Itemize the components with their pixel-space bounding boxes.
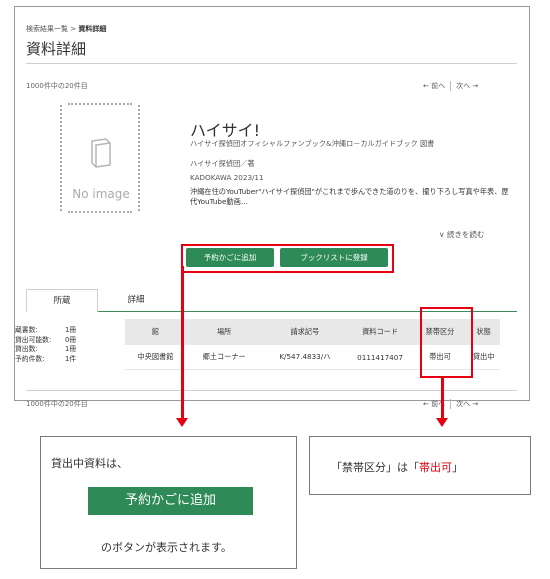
arrow-down-icon <box>176 418 188 427</box>
book-cover-placeholder: No image <box>60 103 142 213</box>
detail-panel: 検索結果一覧 > 資料詳細 資料詳細 1000件中の20件目 ← 前へ 次へ → … <box>14 6 530 409</box>
pager-top: ← 前へ 次へ → <box>423 81 478 91</box>
callout-right-highlight: 帯出可 <box>419 461 452 474</box>
pager-bottom: ← 前へ 次へ → <box>423 399 478 409</box>
result-count-top: 1000件中の20件目 <box>26 82 88 90</box>
book-summary: 沖縄在住のYouTuber"ハイサイ探偵団"がこれまで歩んできた道のりを、撮り下… <box>190 187 509 206</box>
breadcrumb-current: 資料詳細 <box>78 25 107 33</box>
book-author: ハイサイ探偵団／著 <box>190 159 255 168</box>
read-more-link[interactable]: ∨ 続きを読む <box>439 229 484 240</box>
breadcrumb-parent-link[interactable]: 検索結果一覧 <box>26 25 68 33</box>
tab-holdings[interactable]: 所蔵 <box>26 289 98 312</box>
restriction-column-highlight <box>420 307 473 378</box>
book-title: ハイサイ! <box>190 121 261 140</box>
callout-left: 貸出中資料は、 予約かごに追加 のボタンが表示されます。 <box>40 436 297 569</box>
page-title: 資料詳細 <box>26 40 87 58</box>
next-link[interactable]: 次へ → <box>456 400 478 408</box>
holding-stats: 蔵書数: 1冊 貸出可能数: 0冊 貸出数: 1冊 予約件数: 1件 <box>15 326 77 363</box>
callout-left-line1: 貸出中資料は、 <box>51 457 128 470</box>
callout-arrow-line-left <box>181 266 184 418</box>
add-to-reserve-cart-button[interactable]: 予約かごに追加 <box>186 248 274 267</box>
book-placeholder-icon <box>91 138 111 168</box>
add-to-booklist-button[interactable]: ブックリストに登録 <box>280 248 388 267</box>
callout-left-line2: のボタンが表示されます。 <box>101 541 232 554</box>
next-link[interactable]: 次へ → <box>456 82 478 90</box>
tab-details[interactable]: 詳細 <box>111 289 161 311</box>
callout-arrow-line-right <box>441 377 444 418</box>
noimage-label: No image <box>72 187 130 201</box>
callout-cart-button-sample: 予約かごに追加 <box>88 487 253 515</box>
result-count-bottom: 1000件中の20件目 <box>26 400 88 408</box>
breadcrumb-separator: > <box>70 25 77 33</box>
book-publisher: KADOKAWA 2023/11 <box>190 173 264 182</box>
breadcrumb: 検索結果一覧 > 資料詳細 <box>26 24 106 34</box>
callout-right: 「禁帯区分」は「帯出可」 <box>309 436 531 495</box>
callout-right-text: 「禁帯区分」は「帯出可」 <box>331 461 463 474</box>
book-subtitle: ハイサイ探偵団オフィシャルファンブック&沖縄ロ－カルガイドブック 図書 <box>190 139 435 148</box>
prev-link[interactable]: ← 前へ <box>423 82 445 90</box>
arrow-down-icon <box>436 418 448 427</box>
divider <box>26 63 517 64</box>
